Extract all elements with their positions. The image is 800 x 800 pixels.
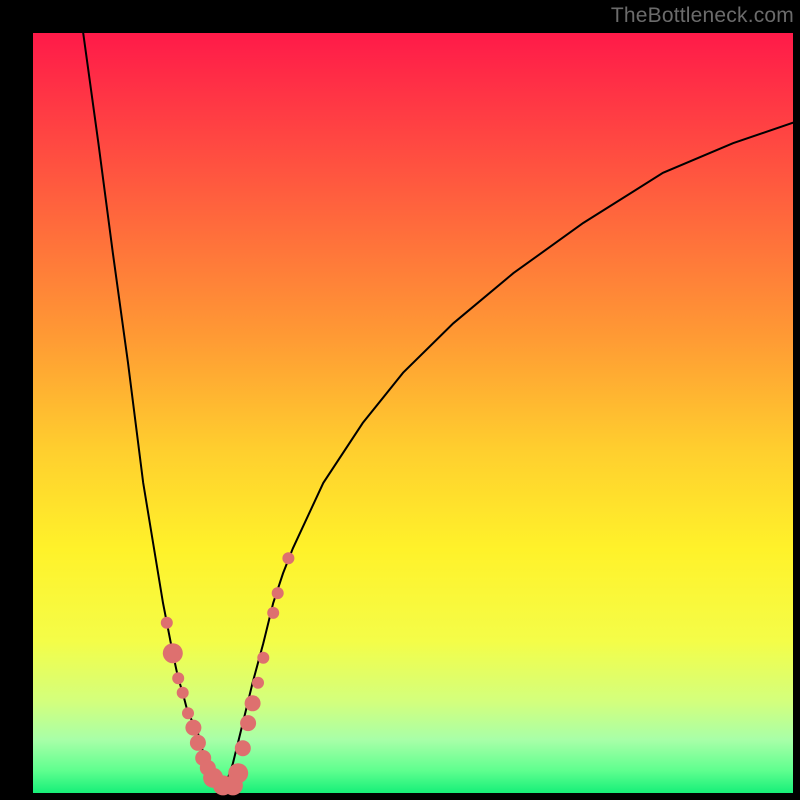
marker-dot [235, 740, 251, 756]
marker-dot [177, 687, 189, 699]
marker-dot [190, 735, 206, 751]
chart-frame: TheBottleneck.com [0, 0, 800, 800]
marker-dot [172, 672, 184, 684]
marker-dot [182, 707, 194, 719]
curve-svg [33, 33, 793, 793]
watermark-text: TheBottleneck.com [611, 4, 794, 28]
marker-dot [185, 720, 201, 736]
marker-dot [240, 715, 256, 731]
marker-dot [282, 552, 294, 564]
curve-left-branch [83, 33, 223, 793]
marker-dot [267, 607, 279, 619]
marker-dot [257, 652, 269, 664]
marker-dot [228, 763, 248, 783]
marker-dot [163, 643, 183, 663]
marker-dot [252, 677, 264, 689]
marker-group [161, 552, 295, 795]
plot-area [33, 33, 793, 793]
marker-dot [161, 617, 173, 629]
marker-dot [272, 587, 284, 599]
marker-dot [245, 695, 261, 711]
curve-right-branch [223, 123, 793, 793]
